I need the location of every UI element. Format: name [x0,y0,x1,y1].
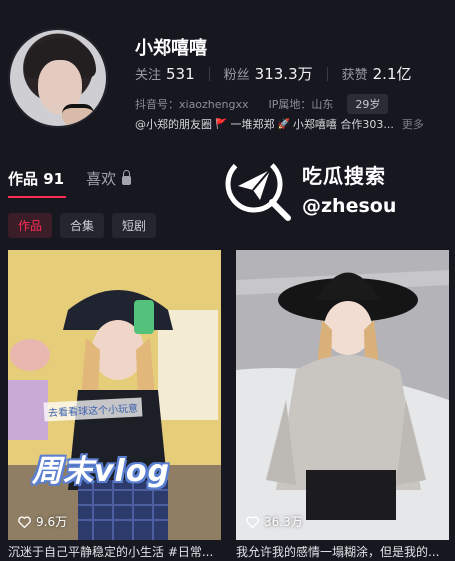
ip-location: IP属地：山东 [268,98,334,111]
chip-short-drama[interactable]: 短剧 [112,213,157,238]
chip-works[interactable]: 作品 [8,213,53,238]
watermark: 吃瓜搜索 @zhesou [222,152,396,224]
avatar-hand [62,104,94,126]
flag-icon: 🚩 [215,118,228,130]
watermark-handle: @zhesou [302,194,397,217]
video-likes-2: 36.3万 [246,513,303,530]
stat-likes[interactable]: 获赞 2.1亿 [342,63,412,84]
friends-line: @小郑的朋友圈 🚩 一堆郑郑 🚀 小郑嘻嘻 合作303... 更多 [135,116,424,132]
stat-following[interactable]: 关注 531 [135,64,195,83]
video-thumbnail-1 [8,250,221,540]
video-card-2[interactable]: 36.3万 [236,250,449,540]
heart-icon [18,515,31,528]
video-likes-count-2: 36.3万 [264,515,303,529]
more-link[interactable]: 更多 [402,116,424,132]
video-overlay-title: 周末vlog [32,454,170,489]
friend-link-2[interactable]: 一堆郑郑 [230,116,274,132]
age-badge: 29岁 [347,94,389,114]
tab-likes-label: 喜欢 [86,170,117,188]
stat-followers[interactable]: 粉丝 313.3万 [224,63,313,84]
video-caption-2[interactable]: 我允许我的感情一塌糊涂，但是我的... [236,543,449,560]
filter-chips: 作品 合集 短剧 [8,213,157,238]
stat-likes-value: 2.1亿 [372,65,412,83]
video-caption-1[interactable]: 沉迷于自己平静稳定的小生活 #日常... [8,543,221,560]
watermark-text: 吃瓜搜索 @zhesou [302,160,396,217]
video-likes-count-1: 9.6万 [36,515,68,529]
tab-likes[interactable]: 喜欢 [86,168,132,189]
avatar[interactable] [8,28,108,128]
rocket-icon: 🚀 [277,118,290,130]
watermark-logo-icon [222,152,294,224]
watermark-title: 吃瓜搜索 [302,163,386,188]
divider [326,66,328,81]
video-likes-1: 9.6万 [18,513,67,530]
profile-name: 小郑嘻嘻 [135,38,207,59]
stat-followers-value: 313.3万 [254,65,313,83]
stat-following-value: 531 [166,65,195,83]
chip-collections[interactable]: 合集 [60,213,105,238]
stat-following-label: 关注 [135,68,162,83]
tab-works[interactable]: 作品 91 [8,168,64,189]
content-tabs: 作品 91 喜欢 [8,168,132,189]
video-thumbnail-2 [236,250,449,540]
divider [208,66,210,81]
profile-stats: 关注 531 粉丝 313.3万 获赞 2.1亿 [135,63,412,84]
video-card-1[interactable]: 去看看球这个小玩意 周末vlog 9.6万 [8,250,221,540]
friend-link-1[interactable]: @小郑的朋友圈 [135,116,212,132]
stat-followers-label: 粉丝 [223,68,250,83]
heart-icon [246,515,259,528]
friend-link-3[interactable]: 小郑嘻嘻 合作303... [293,116,394,132]
stat-likes-label: 获赞 [341,68,368,83]
douyin-id: 抖音号：xiaozhengxx [135,98,249,111]
profile-meta: 抖音号：xiaozhengxx IP属地：山东 29岁 [135,94,389,114]
active-tab-indicator [8,196,66,198]
lock-icon [122,170,132,185]
